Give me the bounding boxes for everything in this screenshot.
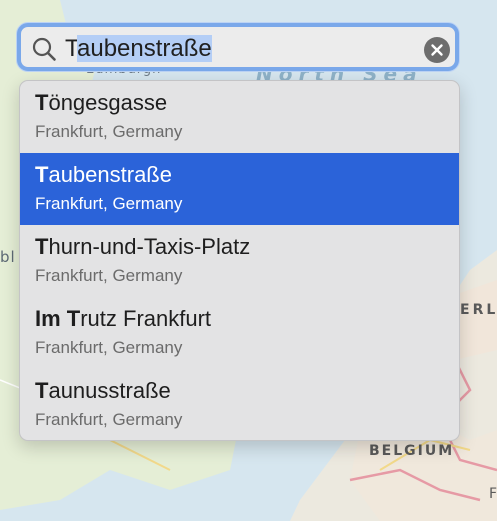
- search-typed-text: T: [65, 35, 77, 62]
- close-icon: [431, 44, 443, 56]
- search-selected-text: aubenstraße: [77, 35, 212, 62]
- map-label-belgium: BELGIUM: [369, 443, 455, 459]
- suggestion-title: Thurn-und-Taxis-Platz: [35, 234, 251, 259]
- suggestion-title: Taunusstraße: [35, 378, 171, 403]
- map-label-west-partial: bl: [0, 248, 16, 266]
- map-label-edge-partial: F: [489, 486, 497, 502]
- clear-search-button[interactable]: [424, 37, 450, 63]
- suggestion-subtitle: Frankfurt, Germany: [35, 266, 183, 285]
- suggestion-item[interactable]: Taunusstraße Frankfurt, Germany: [20, 369, 459, 440]
- suggestion-title: Töngesgasse: [35, 90, 168, 115]
- suggestion-title: Taubenstraße: [35, 162, 172, 187]
- search-input[interactable]: Taubenstraße: [65, 34, 212, 64]
- suggestions-dropdown: Töngesgasse Frankfurt, Germany Taubenstr…: [19, 80, 460, 441]
- map-label-netherlands-partial: ERLA: [460, 302, 497, 318]
- suggestion-subtitle: Frankfurt, Germany: [35, 122, 183, 141]
- search-box[interactable]: Taubenstraße: [17, 23, 459, 71]
- suggestion-subtitle: Frankfurt, Germany: [35, 410, 183, 429]
- suggestion-subtitle: Frankfurt, Germany: [35, 194, 183, 213]
- suggestion-item[interactable]: Im Trutz Frankfurt Frankfurt, Germany: [20, 297, 459, 369]
- suggestion-item[interactable]: Töngesgasse Frankfurt, Germany: [20, 81, 459, 153]
- suggestion-item-selected[interactable]: Taubenstraße Frankfurt, Germany: [20, 153, 459, 225]
- search-icon: [32, 37, 56, 61]
- suggestion-subtitle: Frankfurt, Germany: [35, 338, 183, 357]
- suggestion-item[interactable]: Thurn-und-Taxis-Platz Frankfurt, Germany: [20, 225, 459, 297]
- suggestion-title: Im Trutz Frankfurt: [35, 306, 212, 331]
